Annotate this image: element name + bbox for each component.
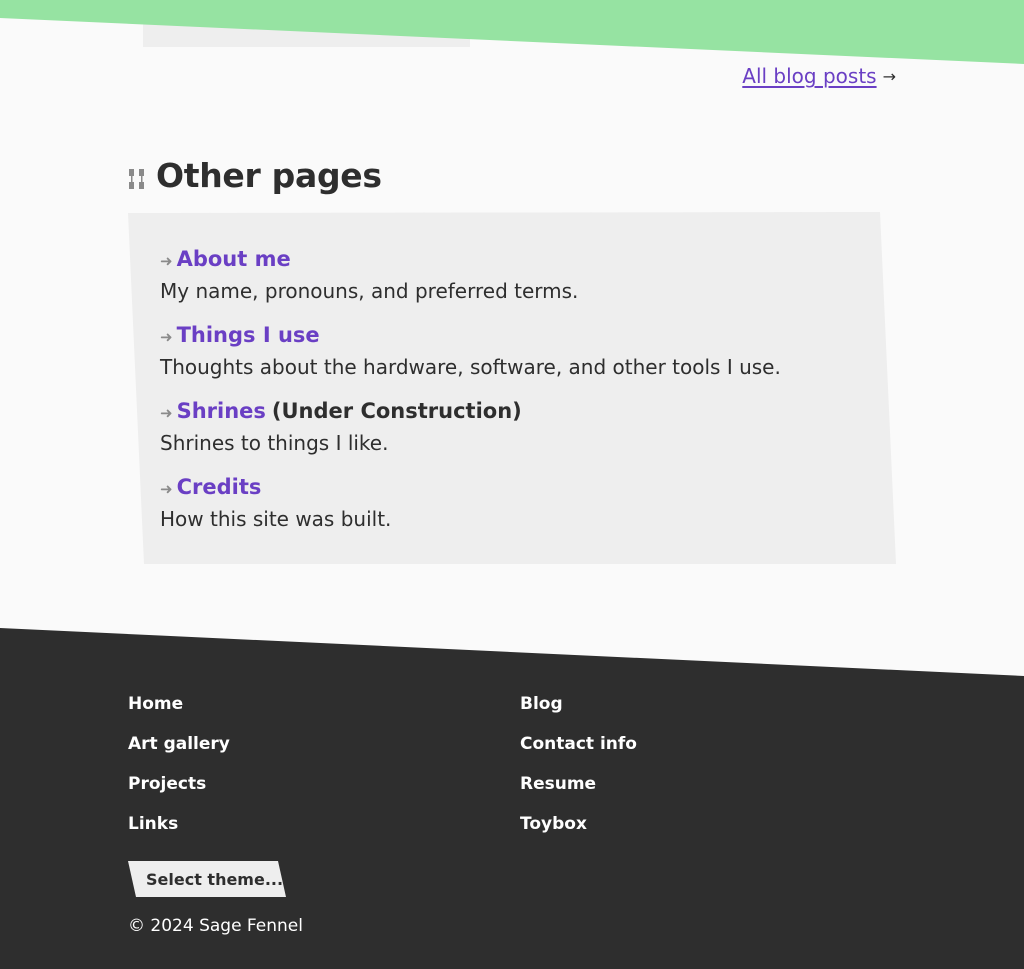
arrow-right-icon: ➜ xyxy=(160,328,173,346)
arrow-right-icon: ➜ xyxy=(160,404,173,422)
page-link-suffix: (Under Construction) xyxy=(271,399,522,423)
footer-link-blog[interactable]: Blog xyxy=(520,694,912,714)
site-footer: Home Blog Art gallery Contact info Proje… xyxy=(0,628,1024,969)
page-description: Shrines to things I like. xyxy=(160,431,389,455)
footer-link-projects[interactable]: Projects xyxy=(128,774,520,794)
footer-link-home[interactable]: Home xyxy=(128,694,520,714)
arrow-right-icon: ➜ xyxy=(160,252,173,270)
page-link-things-i-use[interactable]: Things I use xyxy=(177,320,320,350)
arrow-right-icon: → xyxy=(882,66,896,86)
page-link-about-me[interactable]: About me xyxy=(177,244,291,274)
page-description: My name, pronouns, and preferred terms. xyxy=(160,279,579,303)
other-pages-heading-row: Other pages xyxy=(128,156,382,195)
page-link-credits[interactable]: Credits xyxy=(177,472,262,502)
page-link-shrines[interactable]: Shrines xyxy=(177,396,266,426)
grip-icon xyxy=(129,168,144,189)
list-item: ➜ About me My name, pronouns, and prefer… xyxy=(160,244,860,306)
footer-link-art-gallery[interactable]: Art gallery xyxy=(128,734,520,754)
footer-link-toybox[interactable]: Toybox xyxy=(520,814,912,834)
list-item: ➜ Shrines (Under Construction) Shrines t… xyxy=(160,396,860,458)
footer-link-contact-info[interactable]: Contact info xyxy=(520,734,912,754)
page-title: Other pages xyxy=(156,156,382,195)
theme-select-button[interactable]: Select theme... xyxy=(128,861,286,897)
page-description: Thoughts about the hardware, software, a… xyxy=(160,355,781,379)
list-item: ➜ Things I use Thoughts about the hardwa… xyxy=(160,320,860,382)
other-pages-panel: ➜ About me My name, pronouns, and prefer… xyxy=(128,212,898,566)
copyright-text: © 2024 Sage Fennel xyxy=(128,916,303,936)
top-decorative-band xyxy=(0,0,1024,64)
pages-list: ➜ About me My name, pronouns, and prefer… xyxy=(160,244,860,548)
arrow-right-icon: ➜ xyxy=(160,480,173,498)
list-item: ➜ Credits How this site was built. xyxy=(160,472,860,534)
all-blog-posts-link[interactable]: All blog posts xyxy=(742,64,876,88)
footer-link-links[interactable]: Links xyxy=(128,814,520,834)
theme-select-label: Select theme... xyxy=(146,870,284,889)
all-blog-posts-link-row: All blog posts → xyxy=(742,64,896,88)
footer-link-resume[interactable]: Resume xyxy=(520,774,912,794)
page-description: How this site was built. xyxy=(160,507,392,531)
footer-nav: Home Blog Art gallery Contact info Proje… xyxy=(128,694,912,834)
